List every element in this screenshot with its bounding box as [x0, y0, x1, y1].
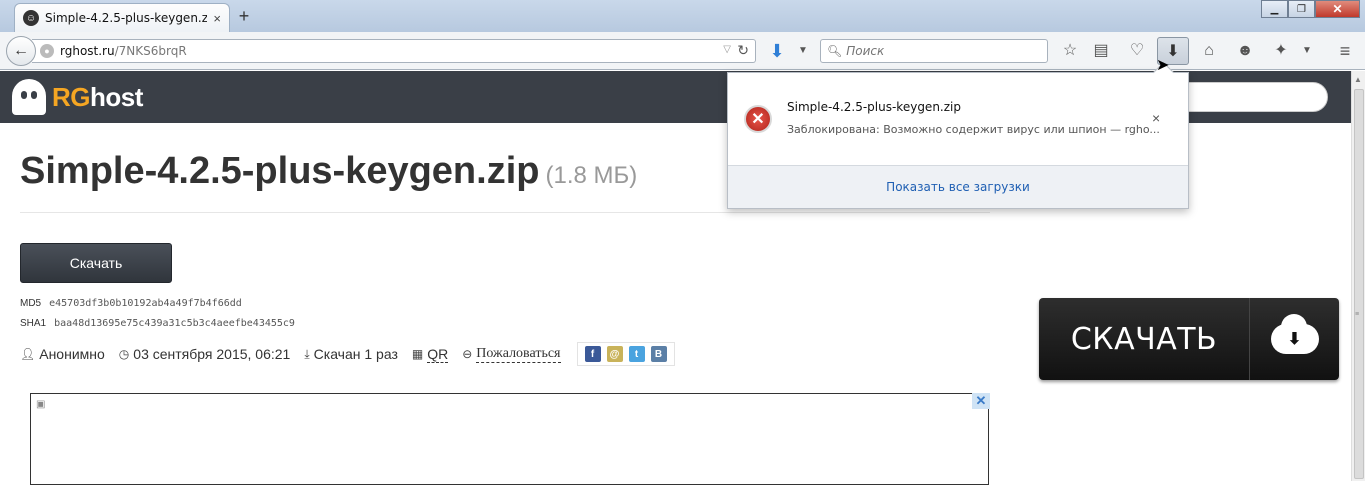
report-link[interactable]: ⊖ Пожаловаться — [462, 346, 561, 363]
search-input[interactable] — [846, 44, 1037, 58]
back-button[interactable]: ← — [6, 36, 36, 66]
close-window-button[interactable]: ✕ — [1315, 0, 1360, 18]
twitter-icon[interactable]: t — [628, 346, 645, 362]
download-filename: Simple-4.2.5-plus-keygen.zip — [787, 100, 961, 114]
download-status: Заблокирована: Возможно содержит вирус и… — [787, 123, 1160, 136]
logo-text: RGhost — [52, 81, 143, 112]
site-logo[interactable]: RGhost — [12, 79, 143, 115]
downloads-panel: ✕ Simple-4.2.5-plus-keygen.zip Заблокиро… — [727, 72, 1189, 209]
sha1-value: baa48d13695e75c439a31c5b3c4aeefbe43455c9 — [54, 318, 295, 329]
md5-value: e45703df3b0b10192ab4a49f7b4f66dd — [49, 298, 242, 309]
file-meta: 👤︎ Анонимно ◷ 03 сентября 2015, 06:21 ⤓ … — [20, 342, 675, 366]
window-controls: ▁ ❐ ✕ — [1261, 0, 1360, 18]
big-download-icon-wrap: ⬇ — [1250, 298, 1339, 380]
back-arrow-icon: ← — [13, 42, 29, 59]
remove-download-icon[interactable]: × — [1152, 110, 1160, 126]
reload-icon[interactable]: ↻ — [737, 42, 749, 59]
url-path: /7NKS6brqR — [114, 44, 187, 58]
qr-icon: ▦ — [411, 347, 424, 361]
upload-date: ◷ 03 сентября 2015, 06:21 — [119, 346, 291, 362]
vkontakte-icon[interactable]: B — [650, 346, 667, 362]
tab-active[interactable]: ☺ Simple-4.2.5-plus-keygen.z... × — [14, 3, 230, 32]
home-icon[interactable]: ⌂ — [1198, 41, 1220, 61]
url-text: rghost.ru/7NKS6brqR — [60, 44, 187, 58]
cloud-download-icon: ⬇ — [1270, 314, 1319, 354]
author: 👤︎ Анонимно — [20, 346, 105, 362]
qr-link[interactable]: ▦ QR — [411, 346, 449, 363]
report-text[interactable]: Пожаловаться — [476, 346, 561, 363]
sha1-label: SHA1 — [20, 318, 47, 329]
download-item[interactable]: ✕ Simple-4.2.5-plus-keygen.zip Заблокиро… — [728, 73, 1188, 165]
globe-icon: ● — [40, 44, 54, 58]
mouse-cursor-icon: ➤ — [1156, 57, 1170, 74]
scrollbar[interactable]: ▲ ≡ — [1351, 71, 1365, 481]
scrollbar-thumb[interactable] — [1354, 89, 1364, 479]
ghost-logo-icon — [12, 79, 46, 115]
date-text: 03 сентября 2015, 06:21 — [133, 346, 291, 362]
scroll-up-icon[interactable]: ▲ — [1354, 75, 1362, 84]
share-buttons: f @ t B — [576, 342, 675, 366]
url-bar[interactable]: ● rghost.ru/7NKS6brqR ▽ ↻ — [32, 39, 756, 63]
title-bar: ☺ Simple-4.2.5-plus-keygen.z... × + ▁ ❐ … — [0, 0, 1365, 32]
menu-icon[interactable]: ≡ — [1334, 41, 1356, 61]
reading-list-icon[interactable]: ▤ — [1090, 41, 1112, 61]
pocket-icon[interactable]: ♡ — [1126, 41, 1148, 61]
download-arrow-icon[interactable]: ⬇ — [766, 41, 788, 61]
download-count: ⤓ Скачан 1 раз — [304, 346, 398, 362]
url-dropdown-icon[interactable]: ▽ — [723, 44, 731, 55]
clock-icon: ◷ — [118, 347, 130, 361]
close-tab-icon[interactable]: × — [213, 11, 221, 26]
show-all-downloads-link[interactable]: Показать все загрузки — [728, 165, 1188, 208]
download-count-text: Скачан 1 раз — [313, 346, 398, 362]
facebook-icon[interactable]: f — [584, 346, 601, 362]
md5-label: MD5 — [20, 298, 42, 309]
addon-icon[interactable]: ✦ — [1270, 41, 1292, 61]
search-icon: 🔍︎ — [827, 44, 843, 58]
minus-circle-icon: ⊖ — [462, 347, 473, 361]
search-box[interactable]: 🔍︎ — [820, 39, 1048, 63]
user-icon: 👤︎ — [20, 347, 36, 361]
download-count-icon: ⤓ — [304, 346, 310, 361]
divider — [20, 212, 990, 213]
ad-frame: ▣ — [30, 393, 989, 485]
bookmark-star-icon[interactable]: ☆ — [1059, 41, 1081, 61]
broken-image-icon: ▣ — [36, 399, 46, 410]
ad-close-button[interactable]: ✕ — [972, 393, 990, 409]
minimize-button[interactable]: ▁ — [1261, 0, 1288, 18]
error-icon: ✕ — [744, 105, 772, 133]
sha1-row: SHA1 baa48d13695e75c439a31c5b3c4aeefbe434… — [20, 318, 295, 329]
addon-dropdown-icon[interactable]: ▼ — [1296, 41, 1318, 61]
big-download-label: СКАЧАТЬ — [1039, 298, 1250, 380]
download-button[interactable]: Скачать — [20, 243, 172, 283]
tab-title: Simple-4.2.5-plus-keygen.z... — [45, 11, 208, 25]
maximize-button[interactable]: ❐ — [1288, 0, 1315, 18]
qr-text[interactable]: QR — [427, 346, 449, 363]
new-tab-button[interactable]: + — [236, 6, 252, 27]
md5-row: MD5 e45703df3b0b10192ab4a49f7b4f66dd — [20, 298, 242, 309]
file-name: Simple-4.2.5-plus-keygen.zip — [20, 150, 540, 192]
chat-icon[interactable]: ☻ — [1234, 41, 1256, 61]
author-name: Анонимно — [39, 346, 105, 362]
email-icon[interactable]: @ — [606, 346, 623, 362]
url-host: rghost.ru — [60, 44, 115, 58]
ghost-favicon-icon: ☺ — [23, 10, 39, 26]
dropdown-icon[interactable]: ▼ — [792, 41, 814, 61]
file-size: (1.8 МБ) — [545, 162, 638, 189]
page-title: Simple-4.2.5-plus-keygen.zip (1.8 МБ) — [20, 150, 637, 193]
scroll-grip-icon: ≡ — [1355, 311, 1360, 318]
big-download-button[interactable]: СКАЧАТЬ ⬇ — [1039, 298, 1339, 380]
